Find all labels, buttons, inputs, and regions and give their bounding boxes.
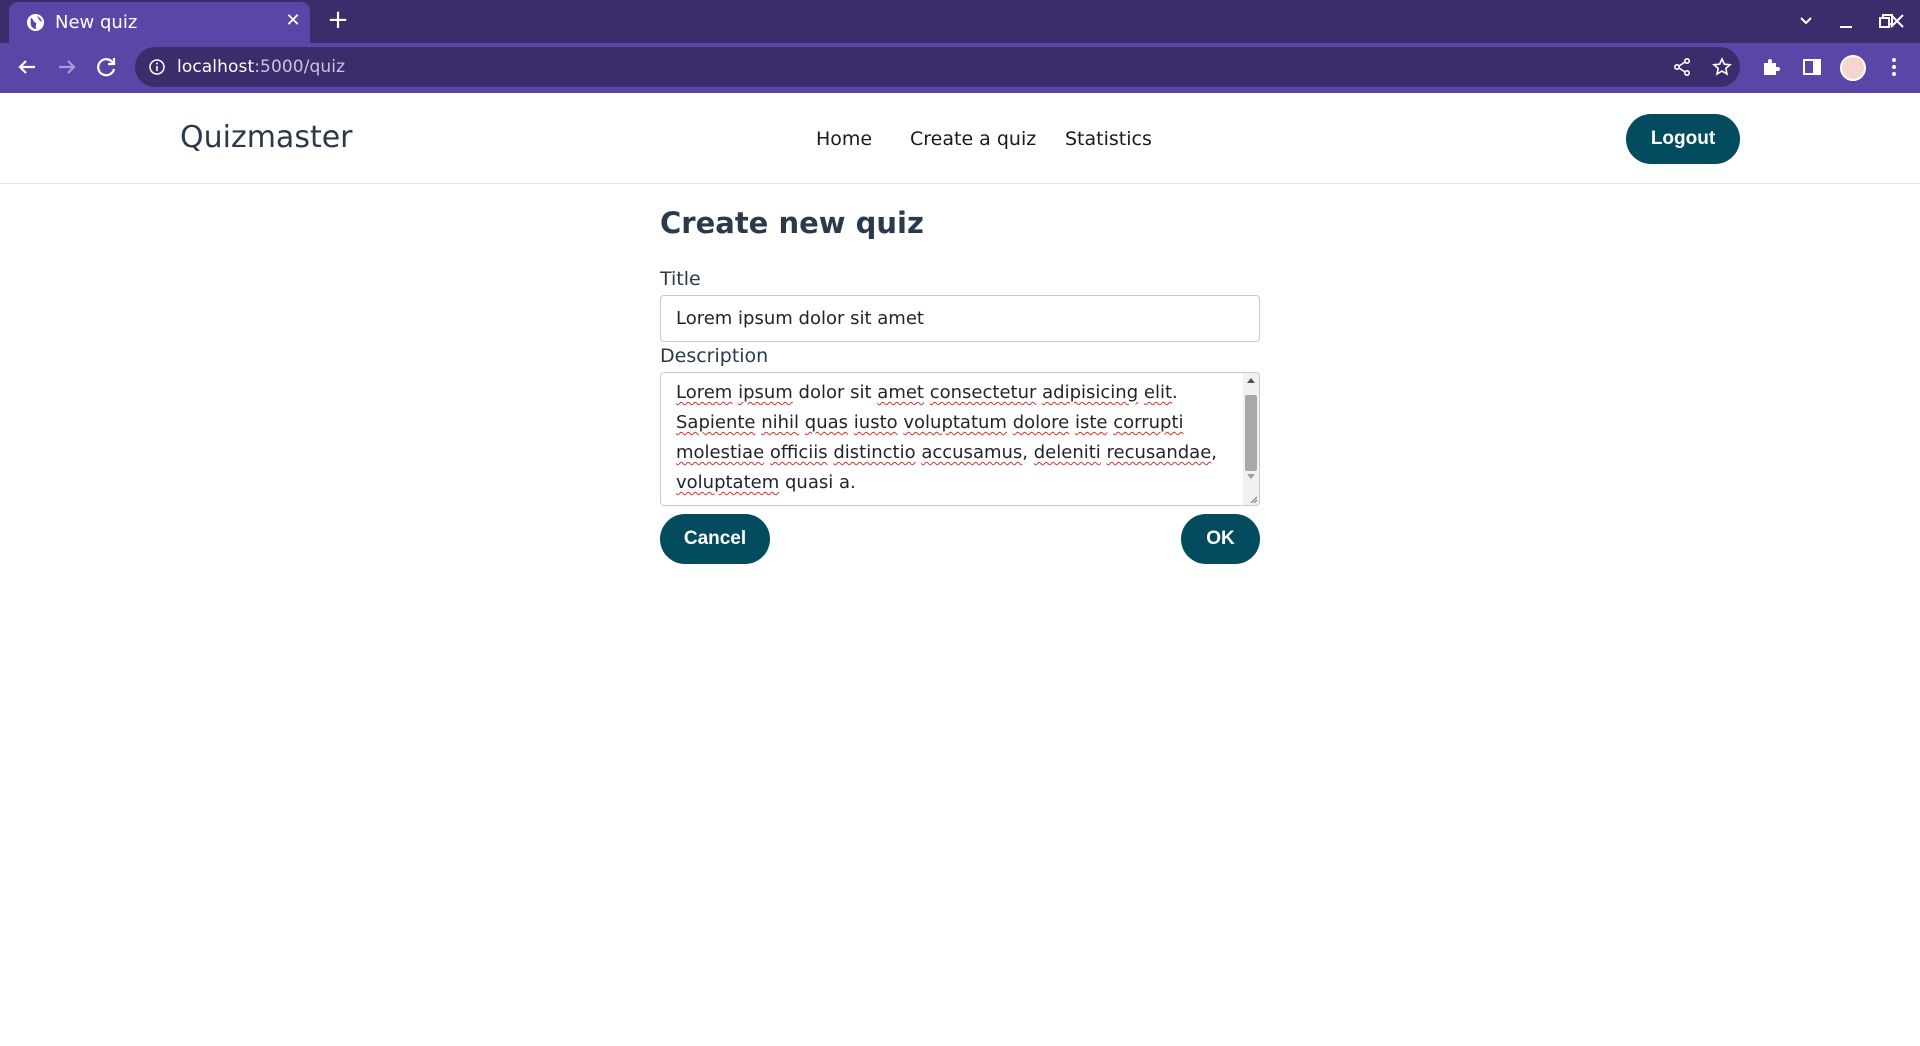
description-label: Description (660, 345, 769, 367)
extensions-puzzle-icon[interactable] (1760, 55, 1784, 79)
url-text: localhost:5000/quiz (177, 57, 345, 77)
title-label: Title (660, 268, 701, 290)
globe-icon (26, 13, 45, 32)
new-tab-icon[interactable]: + (325, 7, 351, 34)
ok-button[interactable]: OK (1181, 514, 1260, 564)
title-input-value: Lorem ipsum dolor sit amet (676, 308, 924, 329)
logout-button[interactable]: Logout (1626, 114, 1740, 164)
close-window-icon[interactable] (1884, 8, 1910, 34)
title-input[interactable]: Lorem ipsum dolor sit amet (660, 295, 1260, 342)
page-title: Create new quiz (660, 206, 924, 240)
profile-avatar[interactable] (1840, 55, 1866, 81)
textarea-scrollbar[interactable] (1243, 373, 1259, 505)
cancel-button[interactable]: Cancel (660, 514, 770, 564)
nav-link-home[interactable]: Home (816, 128, 872, 150)
reload-icon[interactable] (93, 53, 121, 81)
tab-search-chevron-icon[interactable] (1793, 8, 1819, 34)
more-menu-icon[interactable] (1882, 55, 1906, 79)
bookmark-star-icon[interactable] (1712, 57, 1732, 77)
url-path: :5000/quiz (254, 57, 346, 77)
browser-tab-strip: New quiz ✕ + (0, 0, 1920, 43)
scroll-down-arrow-icon[interactable] (1247, 474, 1255, 479)
minimize-icon[interactable] (1833, 8, 1859, 34)
share-icon[interactable] (1672, 57, 1692, 77)
scrollbar-thumb[interactable] (1245, 395, 1257, 471)
resize-grip-icon[interactable] (1248, 494, 1258, 504)
close-tab-icon[interactable]: ✕ (282, 10, 304, 32)
back-arrow-icon[interactable] (13, 53, 41, 81)
address-bar[interactable]: localhost:5000/quiz (135, 47, 1740, 87)
description-text: Lorem ipsum dolor sit amet consectetur a… (676, 382, 1217, 493)
description-textarea[interactable]: Lorem ipsum dolor sit amet consectetur a… (660, 372, 1260, 506)
brand-logo[interactable]: Quizmaster (180, 120, 353, 155)
nav-link-create-quiz[interactable]: Create a quiz (910, 128, 1036, 150)
url-host: localhost (177, 57, 255, 77)
forward-arrow-icon[interactable] (53, 53, 81, 81)
site-info-icon[interactable] (149, 59, 165, 75)
scroll-up-arrow-icon[interactable] (1247, 378, 1255, 383)
site-navbar: Quizmaster Home Create a quiz Statistics… (0, 93, 1920, 184)
nav-link-statistics[interactable]: Statistics (1065, 128, 1152, 150)
tab-title: New quiz (55, 12, 138, 33)
side-panel-icon[interactable] (1800, 55, 1824, 79)
browser-toolbar: localhost:5000/quiz (0, 43, 1920, 92)
browser-tab[interactable]: New quiz ✕ (9, 2, 310, 43)
